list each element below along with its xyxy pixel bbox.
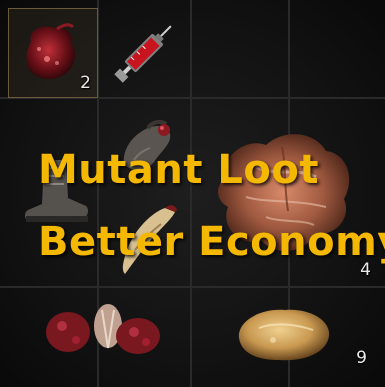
inventory-slot-organ-cluster[interactable] bbox=[8, 288, 190, 380]
inventory-grid: 2 4 9 Mutant Loot Better Economy bbox=[0, 0, 385, 387]
item-count: 9 bbox=[356, 348, 367, 368]
flesh-chunk-icon bbox=[26, 23, 75, 80]
inventory-slot-fat-chunk[interactable]: 9 bbox=[191, 288, 379, 380]
item-count: 2 bbox=[80, 73, 91, 93]
inventory-slot-flesh-chunk[interactable]: 2 bbox=[8, 8, 98, 98]
overlay-title-line-2: Better Economy bbox=[38, 219, 385, 265]
inventory-slot-syringe[interactable] bbox=[99, 8, 189, 98]
fat-chunk-icon bbox=[238, 309, 330, 361]
syringe-icon bbox=[114, 25, 172, 83]
organ-cluster-icon bbox=[46, 304, 160, 354]
overlay-title-line-1: Mutant Loot bbox=[38, 147, 319, 193]
